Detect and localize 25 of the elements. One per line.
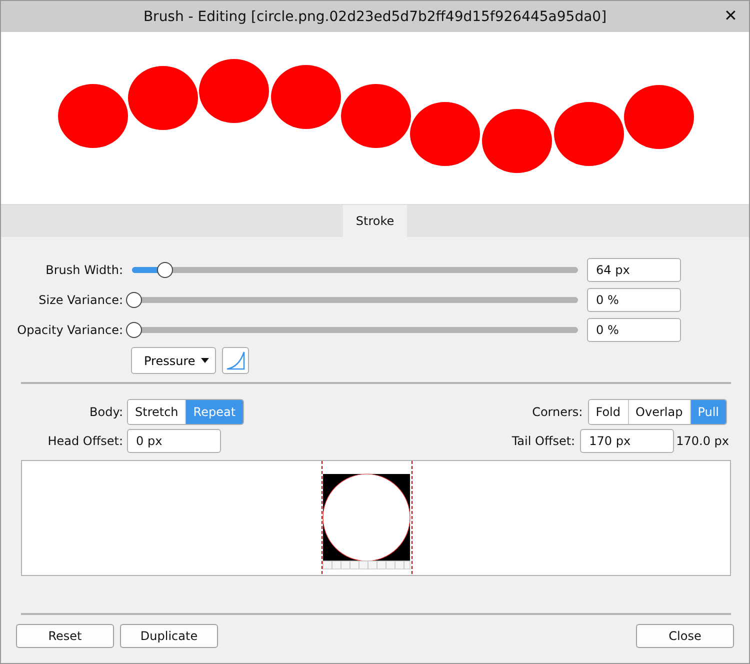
value-field[interactable]: 64 px [587,258,681,282]
curve-button[interactable] [222,347,249,374]
dialog-button[interactable]: Reset [16,624,114,648]
field-label: Tail Offset: [512,434,576,448]
slider-label: Brush Width: [44,263,124,277]
offset-field[interactable]: 170 px [580,429,674,453]
option-label: Body: [88,405,124,419]
dialog-button[interactable]: Close [636,624,734,648]
curve-icon [226,351,245,370]
slider-label: Size Variance: [38,293,124,307]
offset-reading: 170.0 px [676,434,729,448]
field-label: Head Offset: [46,434,124,448]
offset-field[interactable]: 0 px [127,429,221,453]
value-field[interactable]: 0 % [587,288,681,312]
window-title: Brush - Editing [circle.png.02d23ed5d7b2ff49d15f926445a95da0] [143,8,607,24]
pressure-dropdown[interactable]: Pressure [131,347,216,374]
value-field[interactable]: 0 % [587,318,681,342]
tab[interactable]: Stroke [343,205,407,237]
slider-thumb[interactable] [126,292,142,308]
dialog-button[interactable]: Duplicate [120,624,218,648]
slider-thumb[interactable] [156,262,173,278]
slider-label: Opacity Variance: [16,323,124,337]
slider-thumb[interactable] [126,322,142,338]
option-label: Corners: [532,405,584,419]
caret-icon [201,358,209,363]
